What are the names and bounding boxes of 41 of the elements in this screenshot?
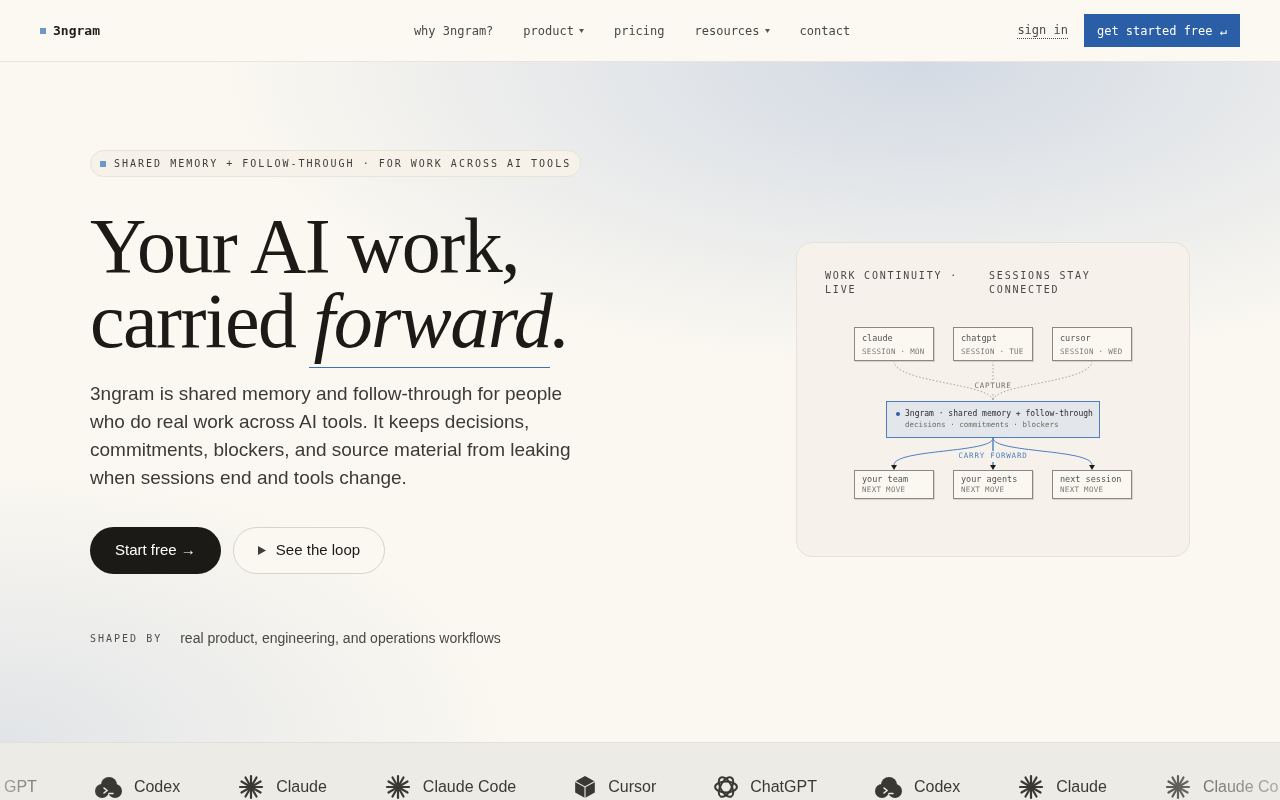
card-label: SESSIONS STAY CONNECTED xyxy=(989,268,1092,297)
nav-link[interactable]: resources xyxy=(694,21,770,40)
hub-title: 3ngram · shared memory + follow-through xyxy=(905,407,1093,420)
node-title: chatgpt xyxy=(961,332,998,344)
logo-name: Cursor xyxy=(608,778,657,796)
eyebrow-text: SHARED MEMORY + FOLLOW-THROUGH · FOR WORK ACROSS AI TOOLS xyxy=(114,157,572,171)
card-label: WORK CONTINUITY · LIVE xyxy=(825,268,959,297)
play-icon xyxy=(257,546,266,555)
node-title: next session xyxy=(1060,473,1123,485)
logo-name: Claude xyxy=(1056,778,1107,796)
sunburst-icon xyxy=(384,774,411,800)
square-icon xyxy=(100,160,106,167)
shaped-by-text: real product, engineering, and operations workflows xyxy=(180,629,501,648)
get-started-button[interactable]: get started free ↵ xyxy=(1083,14,1240,47)
logo-name: Claude Code xyxy=(422,778,517,796)
sunburst-icon xyxy=(238,774,265,800)
node-title: your agents xyxy=(961,473,1019,485)
logo-name: Claude Co xyxy=(1202,778,1279,796)
start-free-button[interactable]: Start free → xyxy=(90,527,221,574)
node-title: cursor xyxy=(1060,332,1092,344)
nav-link[interactable]: pricing xyxy=(613,21,665,40)
logo-name: GPT xyxy=(4,778,37,796)
knot-icon xyxy=(714,776,739,798)
node-title: your team xyxy=(862,473,910,485)
see-loop-button[interactable]: See the loop xyxy=(232,527,386,574)
logo-name: Codex xyxy=(913,778,961,796)
logo-name: Codex xyxy=(133,778,181,796)
nav-link[interactable]: contact xyxy=(799,21,851,40)
logo-wordmark[interactable]: 3ngram xyxy=(53,20,100,41)
hero-heading: Your AI work, carried forward. xyxy=(90,204,578,368)
sunburst-icon xyxy=(1018,774,1045,800)
shaped-by-label: SHAPED BY xyxy=(90,631,163,646)
sunburst-icon xyxy=(1164,774,1191,800)
nav-link[interactable]: why 3ngram? xyxy=(413,21,494,40)
nav-link[interactable]: product xyxy=(523,21,584,40)
logo-name: Claude xyxy=(276,778,327,796)
node-title: claude xyxy=(862,332,894,344)
logo-name: ChatGPT xyxy=(750,778,817,796)
square-icon xyxy=(40,27,46,34)
hero-description: 3ngram is shared memory and follow-through for people who do real work across AI tools. It keeps decisions, commitments, blockers, and source material from leaking when sessions end and tools change. xyxy=(90,382,572,490)
sign-in-link[interactable]: sign in xyxy=(1017,22,1068,39)
